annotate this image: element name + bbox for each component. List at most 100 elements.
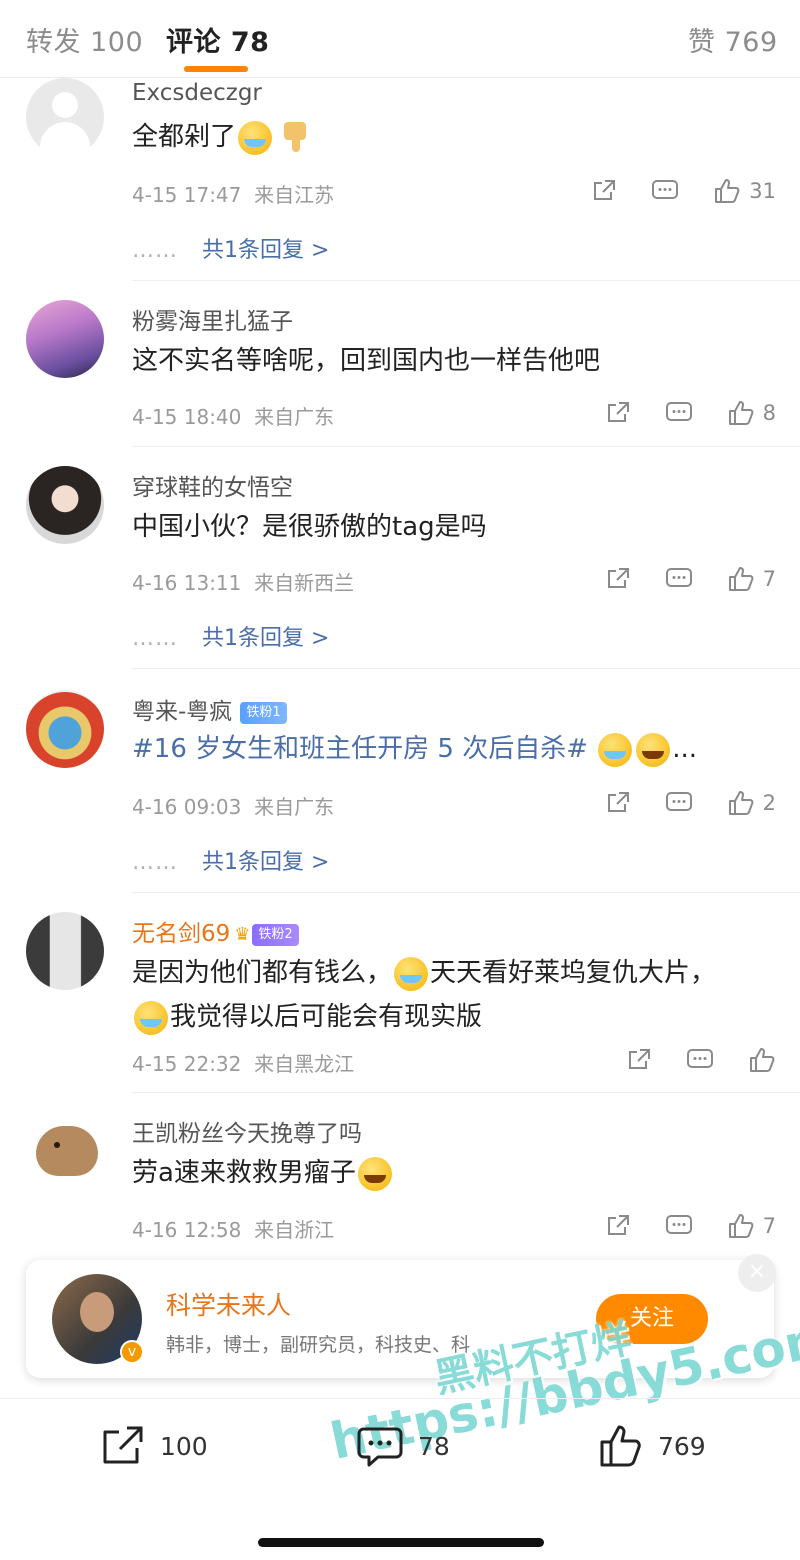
reply-button[interactable] <box>651 178 679 204</box>
comment-actions: 31 <box>557 176 776 206</box>
comment-time: 4-16 13:11 <box>132 571 242 595</box>
like-button[interactable]: 2 <box>727 789 776 817</box>
comment-text-line2: 我觉得以后可能会有现实版 <box>132 996 482 1038</box>
comment-author[interactable]: Excsdeczgr <box>132 80 262 106</box>
truncation-ellipsis: ... <box>672 734 698 764</box>
avatar[interactable] <box>26 912 104 990</box>
tab-likes[interactable]: 赞 769 <box>688 20 778 59</box>
reply-button[interactable] <box>665 790 693 816</box>
comment-text-wrap: #16 岁女生和班主任开房 5 次后自杀# ... <box>132 728 697 770</box>
divider <box>132 446 800 447</box>
comment-text: 全都剁了 <box>132 122 237 152</box>
avatar[interactable] <box>26 1112 104 1190</box>
like-icon <box>728 567 754 591</box>
like-button[interactable]: 7 <box>727 565 776 593</box>
share-button[interactable] <box>605 400 631 426</box>
share-button[interactable] <box>605 1213 631 1239</box>
fan-badge[interactable]: 铁粉2 <box>252 923 299 946</box>
avatar[interactable] <box>26 466 104 544</box>
divider <box>132 892 800 893</box>
comment-actions: 7 <box>571 564 776 594</box>
share-button[interactable] <box>605 566 631 592</box>
repost-count: 100 <box>160 1431 208 1461</box>
view-replies-link[interactable]: …… 共1条回复 > <box>132 620 329 652</box>
vomit-emoji-icon <box>238 120 273 155</box>
comment-meta: 4-15 18:40 来自广东 <box>132 401 334 430</box>
share-icon <box>103 1426 143 1464</box>
home-indicator[interactable] <box>258 1538 544 1547</box>
comment-author[interactable]: 粤来-粤疯 <box>132 699 232 725</box>
like-button[interactable]: 8 <box>727 399 776 427</box>
like-button[interactable]: 31 <box>713 177 776 205</box>
view-replies-link[interactable]: …… 共1条回复 > <box>132 844 329 876</box>
like-count: 769 <box>658 1431 706 1461</box>
divider <box>132 1092 800 1093</box>
comment-actions: 7 <box>571 1211 776 1241</box>
reply-button[interactable] <box>665 1213 693 1239</box>
reply-button[interactable] <box>665 566 693 592</box>
comment-author[interactable]: 无名剑69 <box>132 921 230 947</box>
repost-button[interactable]: 100 <box>100 1423 208 1469</box>
share-button[interactable] <box>591 178 617 204</box>
avatar[interactable] <box>26 300 104 378</box>
comment-author-wrap: 无名剑69 ♛ 铁粉2 <box>132 914 299 948</box>
tab-repost[interactable]: 转发 100 <box>26 20 143 59</box>
comment-actions: 2 <box>571 788 776 818</box>
like-icon <box>750 1048 775 1072</box>
like-button[interactable]: 769 <box>598 1423 706 1469</box>
share-icon <box>607 568 629 588</box>
reply-dots: …… <box>132 626 178 651</box>
like-icon <box>728 1214 754 1238</box>
cry-emoji-icon <box>394 956 429 991</box>
close-icon[interactable]: × <box>738 1254 776 1292</box>
like-count: 8 <box>762 401 776 425</box>
tab-comment[interactable]: 评论 78 <box>166 20 269 59</box>
avatar-placeholder-body <box>40 122 90 156</box>
like-button[interactable] <box>748 1046 776 1074</box>
comment-text-wrap: 全都剁了 <box>132 116 310 158</box>
topic-link[interactable]: #16 岁女生和班主任开房 5 次后自杀# <box>132 734 588 764</box>
avatar[interactable] <box>26 690 104 768</box>
comment-author[interactable]: 穿球鞋的女悟空 <box>132 468 293 502</box>
reply-button[interactable] <box>665 400 693 426</box>
comment-icon <box>687 1049 713 1068</box>
comment-time: 4-16 09:03 <box>132 795 242 819</box>
comment-location: 来自江苏 <box>254 183 335 207</box>
view-replies-link[interactable]: …… 共1条回复 > <box>132 232 329 264</box>
like-button[interactable]: 7 <box>727 1212 776 1240</box>
comment-text: 中国小伙？是很骄傲的tag是吗 <box>132 512 487 542</box>
suggested-user-desc: 韩非，博士，副研究员，科技史、科 <box>166 1334 471 1356</box>
share-button[interactable] <box>626 1047 652 1073</box>
comment-text: 劳a速来救救男瘤子 <box>132 1158 356 1188</box>
cry-emoji-icon <box>598 732 633 767</box>
divider <box>132 280 800 281</box>
like-count: 7 <box>762 1214 776 1238</box>
comment-icon <box>665 792 692 811</box>
share-icon <box>607 1215 629 1235</box>
suggested-user-name[interactable]: 科学未来人 <box>166 1286 291 1322</box>
comment-location: 来自广东 <box>254 795 335 819</box>
comment-actions: 8 <box>571 398 776 428</box>
comment-text-part: 天天看好莱坞复仇大片， <box>430 958 717 988</box>
comment-author-wrap: 粤来-粤疯 铁粉1 <box>132 692 287 726</box>
share-button[interactable] <box>605 790 631 816</box>
comment-location: 来自广东 <box>254 405 335 429</box>
comment-icon <box>665 568 692 587</box>
comment-time: 4-15 17:47 <box>132 183 242 207</box>
cry-emoji-icon <box>134 1000 168 1035</box>
comment-text-part: 是因为他们都有钱么， <box>132 958 393 988</box>
comment-icon <box>357 1427 403 1467</box>
reply-button[interactable] <box>686 1047 714 1073</box>
like-icon <box>728 401 754 425</box>
avatar[interactable] <box>26 78 104 156</box>
reply-dots: …… <box>132 238 178 263</box>
share-icon <box>629 1049 650 1069</box>
like-icon <box>715 179 740 203</box>
verified-icon: v <box>120 1340 144 1364</box>
comment-button[interactable]: 78 <box>356 1423 450 1469</box>
fan-badge[interactable]: 铁粉1 <box>240 701 287 724</box>
comment-author[interactable]: 粉雾海里扎猛子 <box>132 302 293 336</box>
comment-location: 来自新西兰 <box>254 571 355 595</box>
comment-meta: 4-16 12:58 来自浙江 <box>132 1214 334 1243</box>
comment-author[interactable]: 王凯粉丝今天挽尊了吗 <box>132 1114 362 1148</box>
